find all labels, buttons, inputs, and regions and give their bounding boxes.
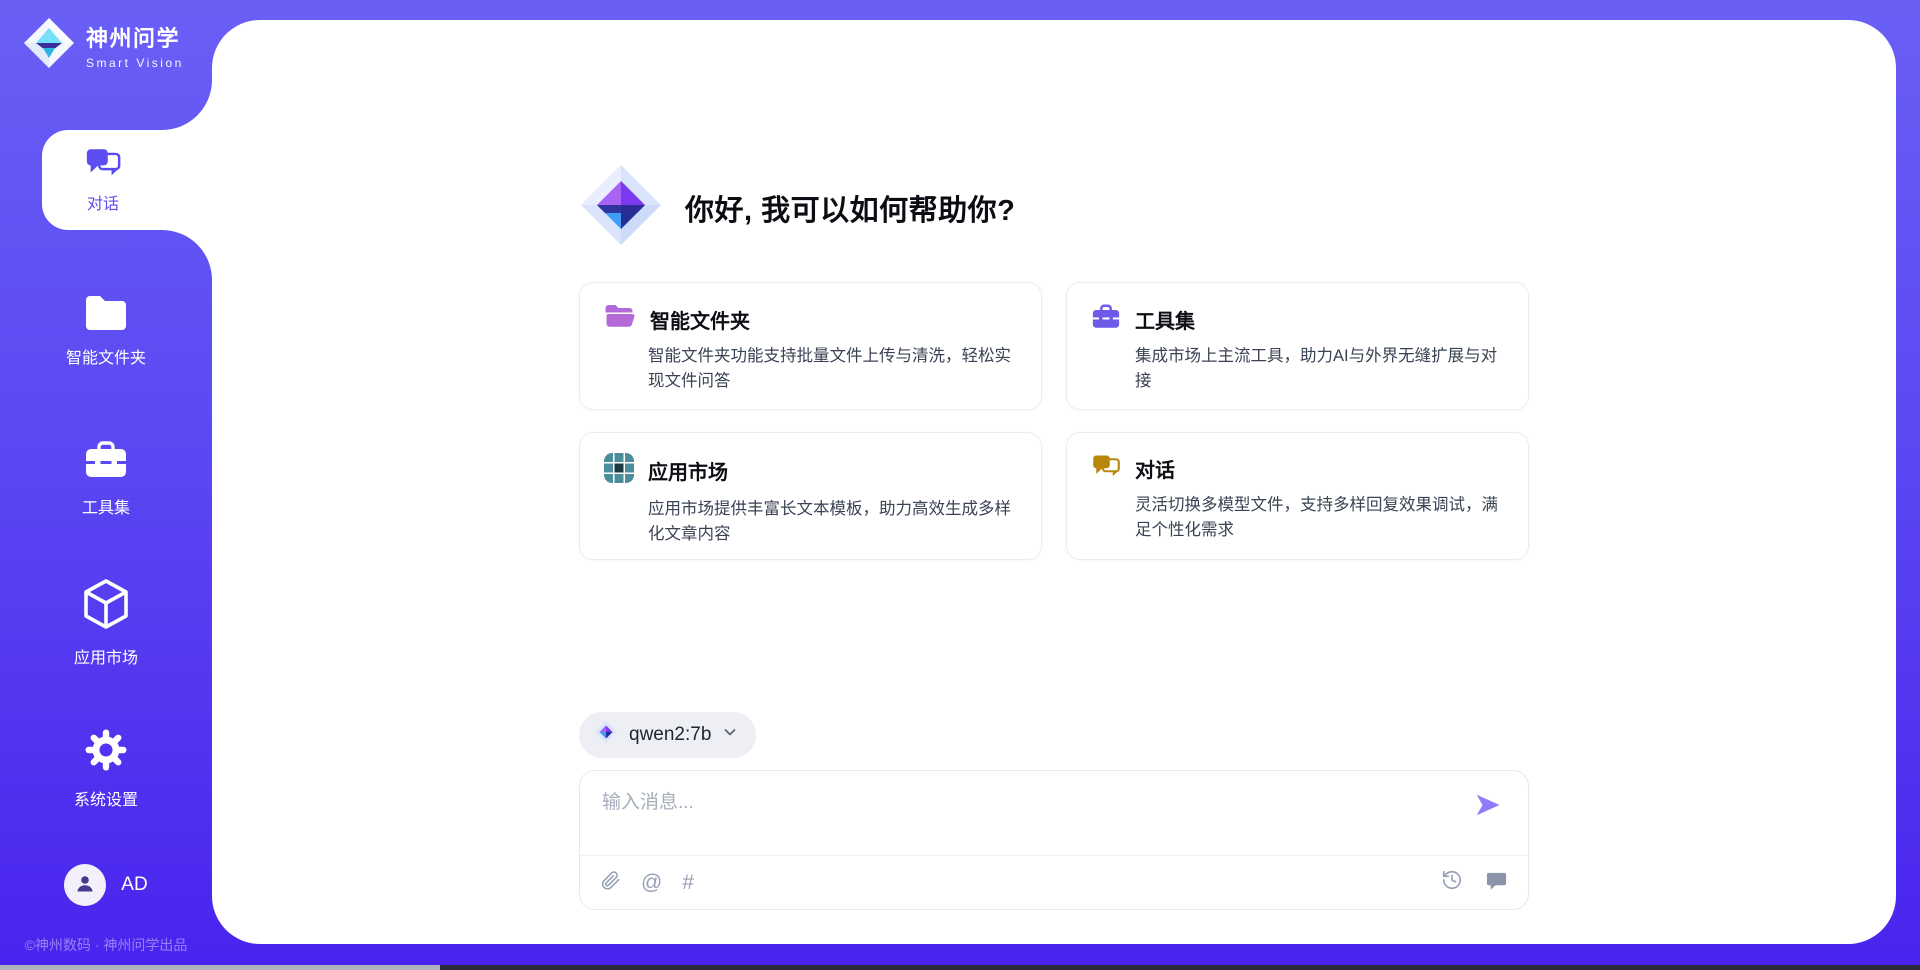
brand-diamond-icon (594, 720, 618, 750)
horizontal-scrollbar-thumb[interactable] (0, 965, 440, 970)
send-button[interactable] (1472, 791, 1504, 823)
chevron-down-icon (722, 724, 738, 746)
greeting-title: 你好, 我可以如何帮助你? (685, 187, 1015, 229)
chat-icon (1485, 869, 1508, 897)
sidebar-item-smart-folder[interactable]: 智能文件夹 (0, 292, 212, 368)
message-input[interactable] (600, 785, 1468, 855)
user-name: AD (121, 874, 147, 896)
sidebar-item-label: 系统设置 (74, 786, 138, 810)
card-description: 智能文件夹功能支持批量文件上传与清洗，轻松实现文件问答 (604, 344, 1017, 394)
sidebar: 神州问学 Smart Vision 对话 智能文件夹 (0, 0, 212, 970)
card-description: 集成市场上主流工具，助力AI与外界无缝扩展与对接 (1091, 344, 1504, 394)
card-title: 对话 (1135, 454, 1175, 483)
model-name: qwen2:7b (629, 724, 711, 746)
chat-toggle-button[interactable] (1485, 869, 1508, 897)
avatar (64, 864, 106, 906)
history-icon (1441, 869, 1463, 896)
card-title: 工具集 (1135, 305, 1195, 334)
sidebar-item-label: 对话 (87, 190, 119, 214)
model-selector[interactable]: qwen2:7b (579, 712, 756, 758)
card-description: 灵活切换多模型文件，支持多样回复效果调试，满足个性化需求 (1091, 493, 1504, 543)
briefcase-icon (83, 440, 129, 485)
greeting-diamond-icon (579, 163, 663, 252)
send-icon (1473, 790, 1503, 825)
main-panel: 你好, 我可以如何帮助你? 智能文件夹 智能文件夹功能支持批量文件上传与清洗，轻… (212, 20, 1896, 944)
apps-grid-icon (604, 453, 634, 488)
briefcase-icon (1091, 303, 1121, 335)
sidebar-item-toolset[interactable]: 工具集 (0, 440, 212, 518)
sidebar-footer: ©神州数码 · 神州问学出品 (0, 935, 212, 955)
card-toolset[interactable]: 工具集 集成市场上主流工具，助力AI与外界无缝扩展与对接 (1066, 282, 1529, 410)
gear-icon (84, 728, 128, 777)
sidebar-item-label: 智能文件夹 (66, 344, 146, 368)
active-tab-curve-top (162, 80, 212, 130)
active-tab-curve-bottom (162, 230, 212, 280)
chat-bubbles-icon (1091, 453, 1121, 484)
chat-bubbles-icon (84, 146, 122, 184)
paperclip-icon (600, 870, 621, 896)
sidebar-item-chat[interactable]: 对话 (42, 130, 212, 230)
at-icon[interactable]: @ (641, 872, 662, 893)
greeting: 你好, 我可以如何帮助你? (579, 163, 1529, 252)
card-title: 应用市场 (648, 456, 728, 485)
sidebar-item-settings[interactable]: 系统设置 (0, 728, 212, 810)
message-composer: @ # (579, 770, 1529, 910)
card-chat[interactable]: 对话 灵活切换多模型文件，支持多样回复效果调试，满足个性化需求 (1066, 432, 1529, 560)
sidebar-item-label: 工具集 (82, 494, 130, 518)
folder-icon (83, 292, 129, 335)
brand-name: 神州问学 (86, 21, 184, 53)
brand-logo: 神州问学 Smart Vision (22, 16, 184, 75)
card-description: 应用市场提供丰富长文本模板，助力高效生成多样化文章内容 (604, 497, 1017, 547)
horizontal-scrollbar-track (0, 965, 1920, 970)
history-button[interactable] (1441, 869, 1463, 896)
folder-open-icon (604, 303, 636, 335)
attach-file-button[interactable] (600, 870, 621, 896)
brand-subtitle: Smart Vision (86, 56, 184, 70)
feature-cards: 智能文件夹 智能文件夹功能支持批量文件上传与清洗，轻松实现文件问答 (579, 282, 1529, 560)
card-title: 智能文件夹 (650, 305, 750, 334)
person-icon (74, 872, 96, 899)
card-smart-folder[interactable]: 智能文件夹 智能文件夹功能支持批量文件上传与清洗，轻松实现文件问答 (579, 282, 1042, 410)
sidebar-item-label: 应用市场 (74, 644, 138, 668)
hash-icon[interactable]: # (682, 872, 694, 893)
sidebar-item-app-market[interactable]: 应用市场 (0, 578, 212, 668)
cube-icon (82, 578, 130, 635)
brand-diamond-icon (22, 16, 76, 75)
card-app-market[interactable]: 应用市场 应用市场提供丰富长文本模板，助力高效生成多样化文章内容 (579, 432, 1042, 560)
user-account[interactable]: AD (0, 864, 212, 906)
